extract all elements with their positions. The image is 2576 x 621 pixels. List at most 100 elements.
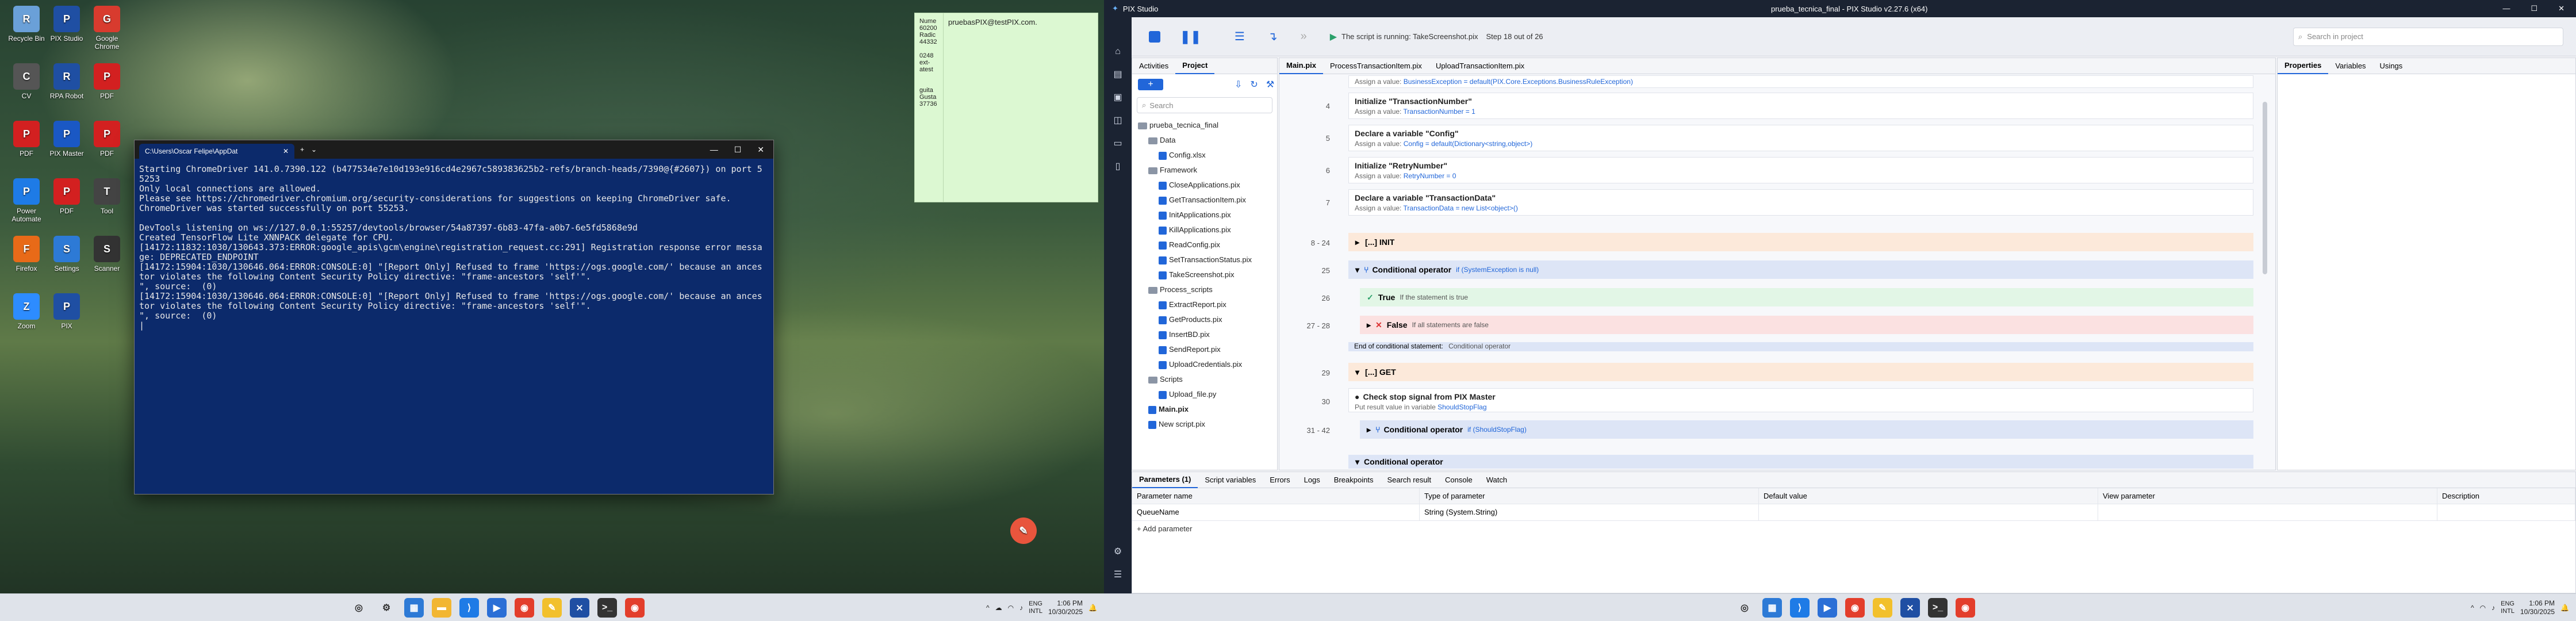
step-card[interactable]: Declare a variable "Config" Assign a valu… bbox=[1348, 125, 2253, 151]
chevron-up-icon[interactable]: ^ bbox=[986, 604, 990, 612]
desktop-icon[interactable]: P Power Automate bbox=[3, 178, 49, 223]
notes-icon[interactable]: ✎ bbox=[542, 597, 562, 618]
desktop-icon[interactable]: P PIX Master bbox=[44, 121, 90, 158]
pause-button[interactable]: ❚❚ bbox=[1180, 29, 1201, 44]
notes-icon[interactable]: ✎ bbox=[1873, 597, 1892, 618]
bottom-tab[interactable]: Breakpoints bbox=[1327, 476, 1381, 484]
minimize-icon[interactable]: — bbox=[710, 145, 718, 155]
new-tab-icon[interactable]: + bbox=[300, 145, 304, 154]
step-over-icon[interactable]: » bbox=[1301, 30, 1307, 43]
home-icon[interactable]: ⌂ bbox=[1104, 40, 1132, 63]
store-icon[interactable]: ▤ bbox=[1104, 63, 1132, 86]
step-card[interactable]: Initialize "RetryNumber" Assign a value: … bbox=[1348, 157, 2253, 183]
wifi-icon[interactable]: ◠ bbox=[1008, 604, 1014, 612]
clock[interactable]: 1:06 PM 10/30/2025 bbox=[1048, 599, 1083, 616]
param-cell[interactable] bbox=[2098, 504, 2437, 520]
close-icon[interactable]: ✕ bbox=[283, 147, 289, 155]
tree-item[interactable]: Main.pix bbox=[1138, 402, 1277, 417]
document-icon[interactable]: ▯ bbox=[1104, 155, 1132, 178]
tree-item[interactable]: SendReport.pix bbox=[1138, 342, 1277, 357]
tab-usings[interactable]: Usings bbox=[2373, 62, 2410, 70]
tree-item[interactable]: KillApplications.pix bbox=[1138, 223, 1277, 237]
tree-item[interactable]: SetTransactionStatus.pix bbox=[1138, 252, 1277, 267]
tree-item[interactable]: New script.pix bbox=[1138, 417, 1277, 432]
notification-icon[interactable]: 🔔 bbox=[2560, 604, 2569, 612]
param-cell[interactable] bbox=[1759, 504, 2098, 520]
power-automate-icon[interactable]: ▶ bbox=[487, 597, 507, 618]
tree-item[interactable]: CloseApplications.pix bbox=[1138, 178, 1277, 193]
tree-item[interactable]: ExtractReport.pix bbox=[1138, 297, 1277, 312]
explorer-icon[interactable]: ▬ bbox=[432, 597, 451, 618]
copilot-icon[interactable]: ◎ bbox=[349, 598, 369, 618]
step-list-icon[interactable]: ☰ bbox=[1235, 29, 1245, 44]
desktop-icon[interactable]: F Firefox bbox=[3, 236, 49, 273]
conditional-block-2[interactable]: ▸ ⑂ Conditional operator if (ShouldStopF… bbox=[1360, 420, 2253, 439]
bottom-tab[interactable]: Search result bbox=[1380, 476, 1438, 484]
step-card[interactable]: Declare a variable "TransactionData" Assi… bbox=[1348, 189, 2253, 216]
clock[interactable]: 1:06 PM 10/30/2025 bbox=[2520, 599, 2555, 616]
chevron-down-icon[interactable]: ▾ bbox=[1355, 367, 1359, 377]
tree-item[interactable]: GetProducts.pix bbox=[1138, 312, 1277, 327]
close-icon[interactable]: ✕ bbox=[2558, 4, 2564, 13]
chat-icon[interactable]: ☰ bbox=[1104, 564, 1132, 586]
doc-tab[interactable]: ProcessTransactionItem.pix bbox=[1323, 62, 1429, 70]
terminal-window[interactable]: C:\Users\Oscar Felipe\AppDat ✕ + ⌄ — ☐ ✕… bbox=[134, 140, 774, 494]
pix-studio-icon[interactable]: ⨯ bbox=[570, 597, 589, 618]
desktop-icon[interactable]: R RPA Robot bbox=[44, 63, 90, 100]
desktop-icon[interactable]: P PIX bbox=[44, 293, 90, 330]
terminal-icon[interactable]: >_ bbox=[597, 597, 617, 618]
desktop-icon[interactable]: P PIX Studio bbox=[44, 6, 90, 43]
desktop-icon[interactable]: T Tool bbox=[84, 178, 130, 215]
chevron-up-icon[interactable]: ^ bbox=[2471, 604, 2474, 612]
bottom-tab[interactable]: Script variables bbox=[1198, 476, 1263, 484]
bottom-tab[interactable]: Console bbox=[1438, 476, 1479, 484]
close-window-icon[interactable]: ✕ bbox=[757, 145, 764, 155]
tree-item[interactable]: TakeScreenshot.pix bbox=[1138, 267, 1277, 282]
language-indicator[interactable]: ENG INTL bbox=[1029, 600, 1042, 615]
volume-icon[interactable]: ♪ bbox=[2491, 604, 2495, 612]
language-indicator[interactable]: ENG INTL bbox=[2501, 600, 2514, 615]
chrome-icon-2[interactable]: ◉ bbox=[625, 597, 645, 618]
tab-project[interactable]: Project bbox=[1175, 58, 1215, 74]
desktop-icon[interactable]: G Google Chrome bbox=[84, 6, 130, 51]
step-card[interactable]: Initialize "TransactionNumber" Assign a v… bbox=[1348, 93, 2253, 119]
chevron-right-icon[interactable]: ▸ bbox=[1367, 320, 1371, 330]
desktop-icon-pixmaster[interactable]: ✎ bbox=[1000, 518, 1046, 546]
wifi-icon[interactable]: ◠ bbox=[2480, 604, 2486, 612]
terminal-titlebar[interactable]: C:\Users\Oscar Felipe\AppDat ✕ + ⌄ — ☐ ✕ bbox=[135, 140, 773, 159]
false-branch[interactable]: ▸ ✕ False If all statements are false bbox=[1360, 316, 2253, 334]
get-block[interactable]: ▾ [...] GET bbox=[1348, 363, 2253, 381]
chevron-down-icon[interactable]: ⌄ bbox=[311, 145, 317, 154]
vscode-icon[interactable]: ⟩ bbox=[459, 597, 479, 618]
init-block[interactable]: ▸ [...] INIT bbox=[1348, 233, 2253, 251]
refresh-icon[interactable]: ↻ bbox=[1250, 79, 1258, 90]
tree-item[interactable]: GetTransactionItem.pix bbox=[1138, 193, 1277, 208]
step-into-icon[interactable]: ↴ bbox=[1268, 29, 1278, 44]
step-stop-signal[interactable]: ● Check stop signal from PIX Master Put r… bbox=[1348, 388, 2253, 412]
network-icon[interactable]: ☁ bbox=[995, 604, 1002, 612]
bottom-tab[interactable]: Logs bbox=[1297, 476, 1327, 484]
doc-tab[interactable]: UploadTransactionItem.pix bbox=[1429, 62, 1531, 70]
notification-icon[interactable]: 🔔 bbox=[1088, 604, 1097, 612]
param-cell[interactable]: QueueName bbox=[1132, 504, 1420, 520]
tab-properties[interactable]: Properties bbox=[2278, 58, 2329, 74]
project-search[interactable]: ⌕ Search in project bbox=[2293, 27, 2563, 46]
widgets-icon[interactable]: ⚙ bbox=[377, 598, 396, 618]
power-automate-icon[interactable]: ▶ bbox=[1818, 597, 1837, 618]
tab-variables[interactable]: Variables bbox=[2328, 62, 2372, 70]
tree-item[interactable]: InsertBD.pix bbox=[1138, 327, 1277, 342]
param-cell[interactable] bbox=[2437, 504, 2575, 520]
tab-activities[interactable]: Activities bbox=[1132, 62, 1175, 70]
desktop-icon[interactable]: P PDF bbox=[44, 178, 90, 215]
settings-icon[interactable]: ⚙ bbox=[1104, 540, 1132, 564]
tree-item[interactable]: InitApplications.pix bbox=[1138, 208, 1277, 223]
conditional-block-3[interactable]: ▾ Conditional operator bbox=[1348, 455, 2253, 469]
terminal-icon[interactable]: >_ bbox=[1928, 597, 1948, 618]
maximize-icon[interactable]: ☐ bbox=[2531, 4, 2537, 13]
bottom-tab[interactable]: Watch bbox=[1479, 476, 1514, 484]
pix-titlebar[interactable]: ✦ PIX Studio prueba_tecnica_final - PIX … bbox=[1104, 0, 2576, 17]
terminal-output[interactable]: Starting ChromeDriver 141.0.7390.122 (b4… bbox=[135, 159, 773, 336]
desktop-icon[interactable]: P PDF bbox=[3, 121, 49, 158]
minimize-icon[interactable]: — bbox=[2502, 4, 2510, 13]
chevron-right-icon[interactable]: ▸ bbox=[1367, 425, 1371, 435]
